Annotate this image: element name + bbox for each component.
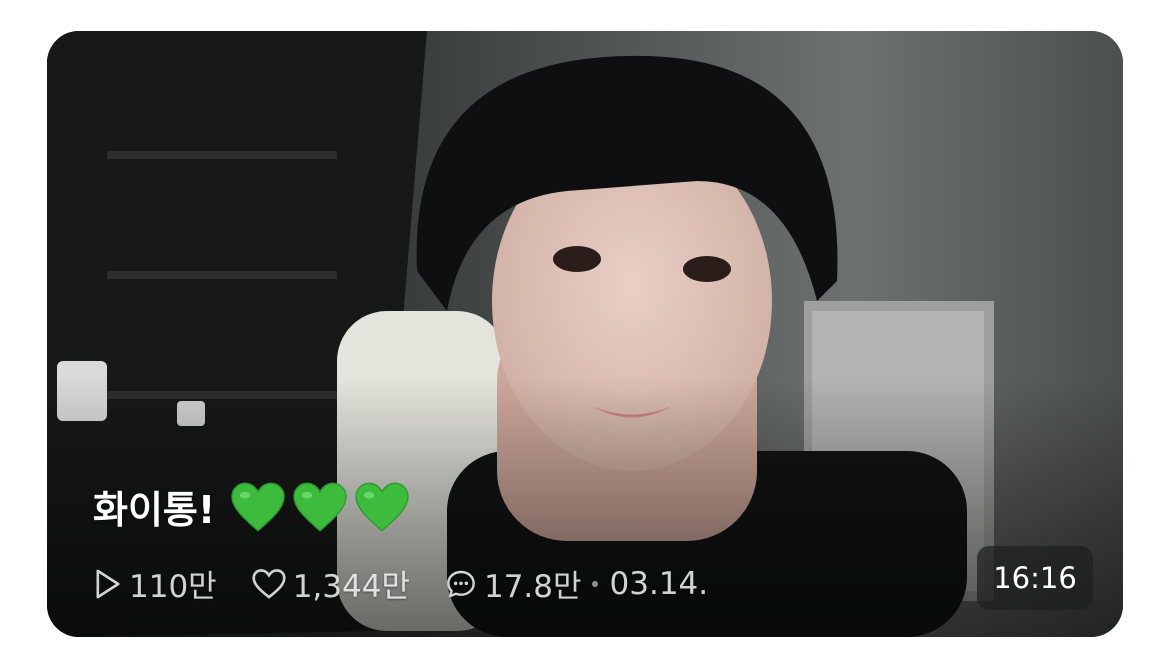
video-title-text: 화이통!	[93, 488, 216, 532]
views-stat: 110만	[93, 561, 217, 606]
duration-badge: 16:16	[977, 546, 1093, 610]
duration-text: 16:16	[993, 561, 1077, 595]
comments-stat[interactable]: 17.8만	[444, 561, 582, 606]
likes-stat[interactable]: 1,344만	[251, 561, 410, 606]
green-heart-icon	[291, 481, 349, 533]
play-outline-icon	[93, 568, 123, 600]
video-card[interactable]: 화이통! 110만 1,344만 17.8만 03.14. 16:16	[47, 31, 1123, 637]
green-heart-icon	[353, 481, 411, 533]
video-meta: 110만 1,344만 17.8만 03.14.	[93, 561, 708, 606]
separator-dot	[591, 580, 598, 587]
title-emoji	[229, 481, 411, 533]
comments-count: 17.8만	[483, 569, 582, 605]
likes-count: 1,344만	[292, 569, 410, 605]
video-thumbnail[interactable]	[47, 31, 1123, 637]
chat-bubble-icon	[444, 568, 478, 600]
upload-date: 03.14.	[609, 565, 709, 602]
heart-outline-icon	[251, 568, 287, 600]
views-count: 110만	[129, 569, 217, 605]
green-heart-icon	[229, 481, 287, 533]
video-title[interactable]: 화이통!	[93, 479, 411, 534]
